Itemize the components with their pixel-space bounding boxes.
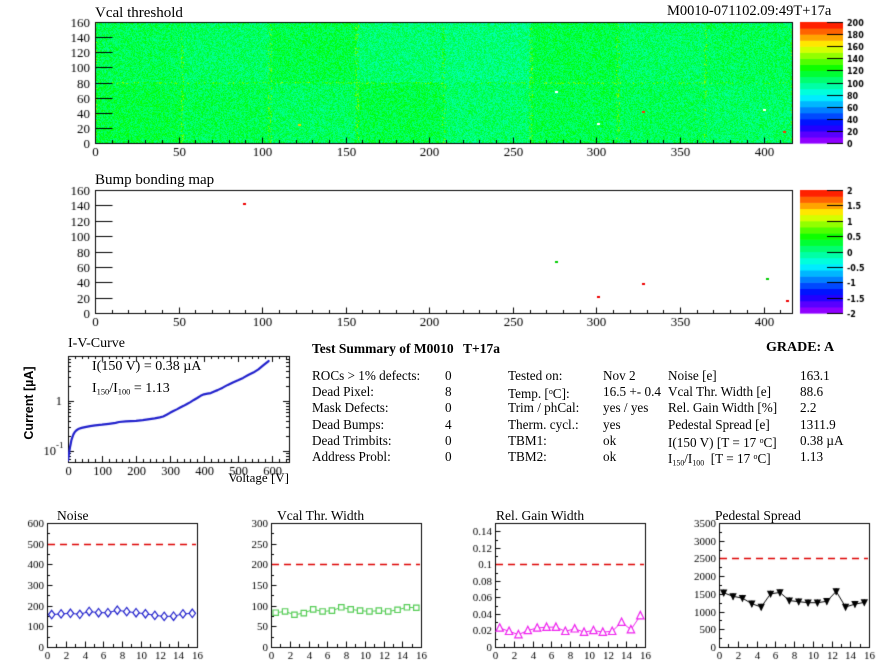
- summary-label: TBM2:: [508, 448, 547, 464]
- bump-bonding-map-canvas: [0, 168, 896, 335]
- summary-value: 0: [445, 400, 452, 416]
- summary-col3-values: 163.1 88.6 2.2 1311.9 0.38 µA 1.13: [800, 368, 844, 465]
- summary-label: Vcal Thr. Width [e]: [668, 384, 771, 400]
- vcal-map-title: Vcal threshold: [95, 5, 183, 21]
- summary-label: Rel. Gain Width [%]: [668, 400, 778, 416]
- summary-label: Therm. cycl.:: [508, 416, 579, 432]
- summary-value: 16.5 +- 0.4: [603, 384, 661, 400]
- summary-label: Address Probl:: [312, 448, 391, 464]
- summary-label: ROCs > 1% defects:: [312, 368, 421, 383]
- summary-label: Pedestal Spread [e]: [668, 416, 770, 432]
- summary-label: Temp. [oC]:: [508, 386, 570, 402]
- summary-label: TBM1:: [508, 432, 547, 448]
- summary-value: Nov 2: [603, 368, 636, 383]
- summary-value: 2.2: [800, 400, 817, 416]
- summary-col1-labels: ROCs > 1% defects: Dead Pixel: Mask Defe…: [312, 368, 420, 465]
- summary-value: 0: [445, 432, 452, 448]
- summary-col2-values: Nov 2 16.5 +- 0.4 yes / yes yes ok ok: [603, 368, 661, 465]
- pedestal-spread-plot-title: Pedestal Spread: [715, 508, 801, 523]
- summary-col1-values: 0 8 0 4 0 0: [445, 368, 452, 465]
- summary-col2-labels: Tested on: Temp. [oC]: Trim / phCal: The…: [508, 368, 579, 465]
- summary-value: 1.13: [800, 448, 824, 464]
- summary-label: Tested on:: [508, 368, 563, 383]
- module-test-report: Vcal threshold M0010-071102.09:49T+17a B…: [0, 0, 896, 672]
- summary-label: I150/I100 [T = 17 oC]: [668, 450, 771, 468]
- summary-value: ok: [603, 448, 617, 464]
- iv-curve-title: I-V-Curve: [68, 336, 126, 351]
- summary-value: 0: [445, 448, 452, 464]
- vcal-width-plot-title: Vcal Thr. Width: [277, 508, 365, 523]
- iv-annotation-current: I(150 V) = 0.38 µA: [92, 359, 202, 374]
- summary-label: Noise [e]: [668, 368, 717, 383]
- noise-plot-title: Noise: [57, 508, 89, 523]
- summary-label: Trim / phCal:: [508, 400, 580, 416]
- summary-value: yes / yes: [603, 400, 649, 416]
- summary-value: 1311.9: [800, 416, 836, 432]
- summary-title: Test Summary of M0010: [312, 341, 454, 356]
- summary-value: 8: [445, 384, 452, 400]
- module-run-label: M0010-071102.09:49T+17a: [667, 3, 832, 19]
- summary-value: yes: [603, 416, 621, 432]
- summary-col3-labels: Noise [e] Vcal Thr. Width [e] Rel. Gain …: [668, 368, 778, 468]
- roc-summary-plots-canvas: [0, 500, 896, 672]
- summary-value: 0.38 µA: [800, 432, 844, 448]
- summary-label: Dead Pixel:: [312, 384, 374, 400]
- iv-annotation-ratio: I150/I100 = 1.13: [92, 381, 170, 397]
- summary-value: 0: [445, 368, 452, 383]
- summary-label: Dead Bumps:: [312, 416, 385, 432]
- summary-subtitle: T+17a: [463, 341, 500, 356]
- bump-map-title: Bump bonding map: [95, 172, 215, 188]
- summary-value: 163.1: [800, 368, 830, 383]
- summary-value: 4: [445, 416, 452, 432]
- vcal-threshold-heatmap-canvas: [0, 0, 896, 168]
- grade-badge: GRADE: A: [766, 340, 835, 355]
- summary-label: I(150 V) [T = 17 oC]: [668, 434, 777, 450]
- rel-gain-width-plot-title: Rel. Gain Width: [496, 508, 585, 523]
- summary-label: Dead Trimbits:: [312, 432, 392, 448]
- summary-value: ok: [603, 432, 617, 448]
- summary-value: 88.6: [800, 384, 824, 400]
- summary-label: Mask Defects:: [312, 400, 389, 416]
- iv-x-axis-label: Voltage [V]: [228, 470, 289, 485]
- iv-y-axis-label: Current [µA]: [22, 366, 36, 440]
